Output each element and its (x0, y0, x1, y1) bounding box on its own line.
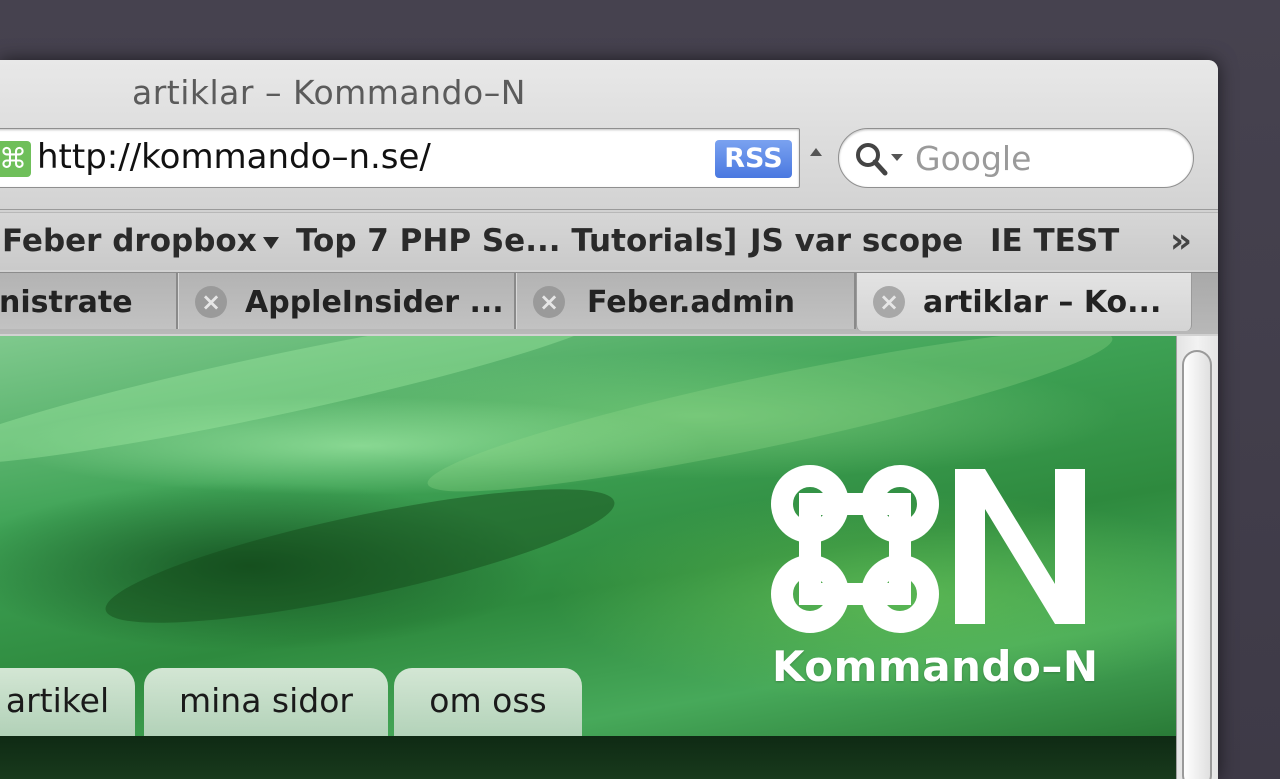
scrollbar-thumb[interactable] (1182, 350, 1212, 779)
tab-appleinsider[interactable]: × AppleInsider ... (178, 273, 516, 329)
bookmark-ie-test[interactable]: IE TEST (990, 223, 1119, 259)
bookmarks-bar: Feber dropbox Top 7 PHP Se... Tutorials]… (0, 212, 1218, 270)
rss-button[interactable]: RSS (715, 140, 792, 178)
tab-artiklar[interactable]: × artiklar – Ko... (856, 273, 1192, 331)
vertical-scrollbar[interactable] (1176, 336, 1218, 779)
url-text[interactable]: http://kommando–n.se/ (37, 137, 431, 177)
close-icon[interactable]: × (533, 286, 565, 318)
nav-tab-artikel[interactable]: artikel (0, 668, 135, 738)
search-field[interactable] (838, 128, 1194, 188)
caret-up-icon[interactable] (810, 148, 822, 156)
bookmarks-overflow-icon[interactable]: » (1170, 221, 1192, 261)
close-icon[interactable]: × (873, 286, 905, 318)
page-dark-band (0, 736, 1176, 779)
bookmark-label: Feber dropbox (2, 223, 257, 259)
nav-tab-mina-sidor[interactable]: mina sidor (144, 668, 388, 738)
background-blade (97, 462, 623, 650)
tab-administrate[interactable]: nistrate (0, 273, 178, 329)
tab-label: nistrate (0, 285, 133, 320)
close-icon[interactable]: × (195, 286, 227, 318)
bookmark-js-var-scope[interactable]: JS var scope (750, 223, 963, 259)
tab-label: artiklar – Ko... (923, 285, 1162, 320)
tab-feber-admin[interactable]: × Feber.admin (516, 273, 856, 329)
site-logo-text: Kommando–N (772, 642, 1099, 691)
bookmark-php-tutorials[interactable]: Top 7 PHP Se... Tutorials] (296, 223, 737, 259)
dropdown-arrow-icon (262, 236, 279, 249)
nav-tab-om-oss[interactable]: om oss (394, 668, 582, 738)
page-content: Kommando–N artikel mina sidor om oss (0, 336, 1176, 779)
browser-window: artiklar – Kommando–N ⌘ http://kommando–… (0, 60, 1218, 779)
bookmark-feber-dropbox[interactable]: Feber dropbox (2, 223, 279, 259)
tab-bar: nistrate × AppleInsider ... × Feber.admi… (0, 272, 1218, 334)
tab-label: AppleInsider ... (245, 285, 504, 320)
site-favicon-icon: ⌘ (0, 141, 31, 177)
magnifier-icon[interactable] (851, 137, 911, 179)
browser-toolbar: artiklar – Kommando–N ⌘ http://kommando–… (0, 60, 1218, 210)
search-input[interactable] (915, 135, 1175, 181)
address-bar[interactable]: ⌘ http://kommando–n.se/ RSS (0, 128, 800, 188)
tab-label: Feber.admin (587, 285, 795, 320)
window-title: artiklar – Kommando–N (132, 73, 526, 112)
